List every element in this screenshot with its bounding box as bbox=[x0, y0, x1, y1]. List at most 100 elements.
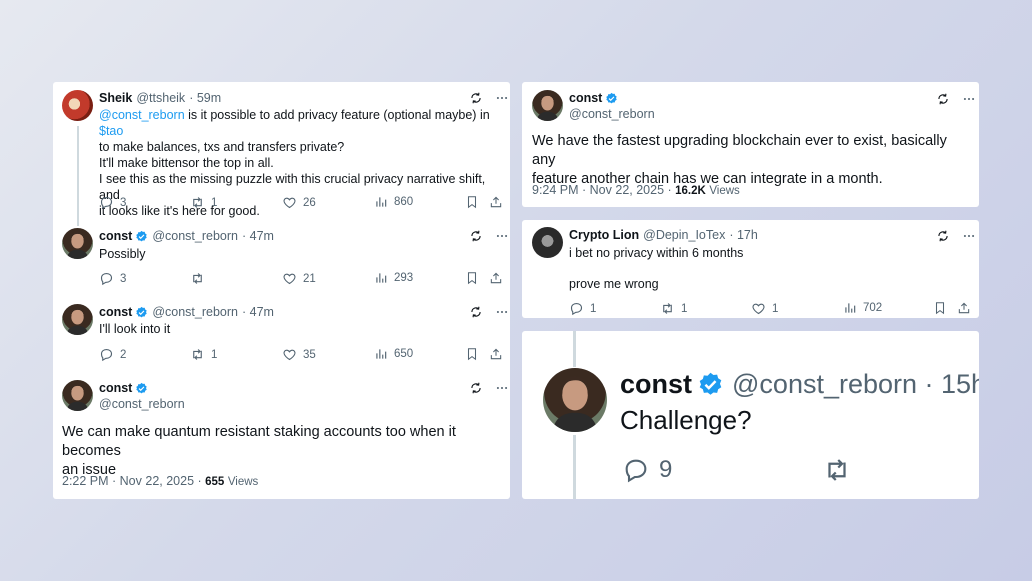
like-button[interactable]: 35 bbox=[282, 347, 316, 362]
tweet-header: const @const_reborn · 15h bbox=[620, 369, 979, 400]
mention-link[interactable]: @const_reborn bbox=[99, 108, 185, 122]
timestamp[interactable]: · 47m bbox=[242, 229, 274, 243]
more-icon[interactable] bbox=[495, 229, 509, 243]
more-icon[interactable] bbox=[962, 92, 976, 106]
tweet-text: We can make quantum resistant staking ac… bbox=[62, 424, 456, 478]
bookmark-button[interactable] bbox=[933, 301, 947, 315]
display-name[interactable]: Crypto Lion bbox=[569, 228, 639, 242]
verified-badge-icon bbox=[135, 230, 148, 243]
thread-line bbox=[77, 126, 79, 226]
thread-line bbox=[573, 331, 576, 367]
timestamp[interactable]: 2:22 PM · Nov 22, 2025 · bbox=[62, 474, 202, 488]
repost-icon bbox=[822, 455, 852, 485]
display-name[interactable]: const bbox=[99, 305, 132, 319]
grok-icon[interactable] bbox=[469, 305, 483, 319]
share-button[interactable] bbox=[489, 347, 503, 361]
tweet-meta: 2:22 PM · Nov 22, 2025 · 655 Views bbox=[62, 474, 258, 488]
avatar[interactable] bbox=[62, 304, 93, 335]
more-icon[interactable] bbox=[495, 305, 509, 319]
handle[interactable]: @Depin_IoTex bbox=[643, 228, 725, 242]
timestamp[interactable]: · 17h bbox=[729, 228, 758, 242]
tweet-text-line: prove me wrong bbox=[569, 277, 659, 291]
handle-row: @const_reborn bbox=[95, 397, 185, 411]
action-bar: 1 1 1 702 bbox=[569, 301, 974, 317]
handle[interactable]: @const_reborn bbox=[152, 229, 238, 243]
grok-icon[interactable] bbox=[469, 229, 483, 243]
timestamp[interactable]: · 47m bbox=[242, 305, 274, 319]
more-icon[interactable] bbox=[962, 229, 976, 243]
tweet-header: Crypto Lion @Depin_IoTex · 17h bbox=[569, 228, 758, 242]
more-icon[interactable] bbox=[495, 91, 509, 105]
avatar[interactable] bbox=[62, 380, 93, 411]
cashtag-link[interactable]: $tao bbox=[99, 124, 123, 138]
views-button[interactable]: 293 bbox=[374, 271, 413, 285]
handle[interactable]: @const_reborn · 15h bbox=[732, 369, 979, 400]
tweet-meta: 9:24 PM · Nov 22, 2025 · 16.2K Views bbox=[532, 183, 740, 197]
bookmark-button[interactable] bbox=[465, 347, 479, 361]
handle[interactable]: @ttsheik bbox=[136, 91, 185, 105]
tweet-top-icons bbox=[469, 91, 509, 105]
tweet-text-line: i bet no privacy within 6 months bbox=[569, 246, 744, 260]
views-count: 655 bbox=[205, 476, 225, 488]
handle[interactable]: @const_reborn bbox=[99, 397, 185, 411]
repost-button[interactable]: 1 bbox=[660, 301, 687, 316]
reply-button[interactable]: 2 bbox=[99, 347, 126, 362]
reply-button[interactable]: 1 bbox=[569, 301, 596, 316]
more-icon[interactable] bbox=[495, 381, 509, 395]
share-button[interactable] bbox=[957, 301, 971, 315]
avatar[interactable] bbox=[532, 227, 563, 258]
right-bottom-zoomed-card: const @const_reborn · 15h Challenge? 9 bbox=[522, 331, 979, 499]
avatar[interactable] bbox=[543, 368, 607, 432]
display-name[interactable]: const bbox=[99, 381, 132, 395]
views-button[interactable]: 860 bbox=[374, 195, 413, 209]
views-label: Views bbox=[709, 185, 740, 197]
share-button[interactable] bbox=[489, 271, 503, 285]
reply-button[interactable]: 3 bbox=[99, 271, 126, 286]
tweet-header: const @const_reborn · 47m bbox=[99, 305, 274, 319]
timestamp[interactable]: 9:24 PM · Nov 22, 2025 · bbox=[532, 183, 672, 197]
tweet-text: We have the fastest upgrading blockchain… bbox=[532, 133, 947, 187]
right-mid-tweet-card: Crypto Lion @Depin_IoTex · 17h i bet no … bbox=[522, 220, 979, 318]
views-button[interactable]: 650 bbox=[374, 347, 413, 361]
display-name[interactable]: const bbox=[569, 91, 602, 105]
grok-icon[interactable] bbox=[936, 92, 950, 106]
display-name[interactable]: const bbox=[620, 369, 692, 400]
bookmark-button[interactable] bbox=[465, 195, 479, 209]
action-bar: 2 1 35 650 bbox=[99, 347, 504, 363]
repost-button[interactable] bbox=[822, 455, 852, 485]
reply-button[interactable]: 3 bbox=[99, 195, 126, 210]
grok-icon[interactable] bbox=[936, 229, 950, 243]
tweet-text: I'll look into it bbox=[99, 322, 171, 336]
like-button[interactable]: 1 bbox=[751, 301, 778, 316]
timestamp[interactable]: · 59m bbox=[189, 91, 221, 105]
action-bar: 3 1 26 860 bbox=[99, 195, 504, 211]
handle[interactable]: @const_reborn bbox=[569, 107, 655, 121]
tweet-top-icons bbox=[936, 229, 976, 243]
repost-button[interactable]: 1 bbox=[190, 195, 217, 210]
tweet-top-icons bbox=[936, 92, 976, 106]
bookmark-button[interactable] bbox=[465, 271, 479, 285]
reply-button[interactable]: 9 bbox=[622, 456, 672, 484]
avatar[interactable] bbox=[62, 228, 93, 259]
like-button[interactable]: 21 bbox=[282, 271, 316, 286]
display-name[interactable]: Sheik bbox=[99, 91, 132, 105]
views-count: 16.2K bbox=[675, 185, 706, 197]
tweet-header: const @const_reborn · 47m bbox=[99, 229, 274, 243]
avatar[interactable] bbox=[62, 90, 93, 121]
tweet-text: Challenge? bbox=[620, 405, 752, 435]
display-name[interactable]: const bbox=[99, 229, 132, 243]
views-button[interactable]: 702 bbox=[843, 301, 882, 315]
verified-badge-icon bbox=[135, 306, 148, 319]
handle[interactable]: @const_reborn bbox=[152, 305, 238, 319]
repost-button[interactable] bbox=[190, 271, 211, 286]
avatar[interactable] bbox=[532, 90, 563, 121]
share-button[interactable] bbox=[489, 195, 503, 209]
tweet-header: const bbox=[569, 91, 618, 105]
grok-icon[interactable] bbox=[469, 91, 483, 105]
tweet-top-icons bbox=[469, 229, 509, 243]
action-bar: 9 bbox=[622, 455, 852, 485]
left-thread-card: Sheik @ttsheik · 59m @const_reborn is it… bbox=[53, 82, 510, 499]
grok-icon[interactable] bbox=[469, 381, 483, 395]
like-button[interactable]: 26 bbox=[282, 195, 316, 210]
repost-button[interactable]: 1 bbox=[190, 347, 217, 362]
